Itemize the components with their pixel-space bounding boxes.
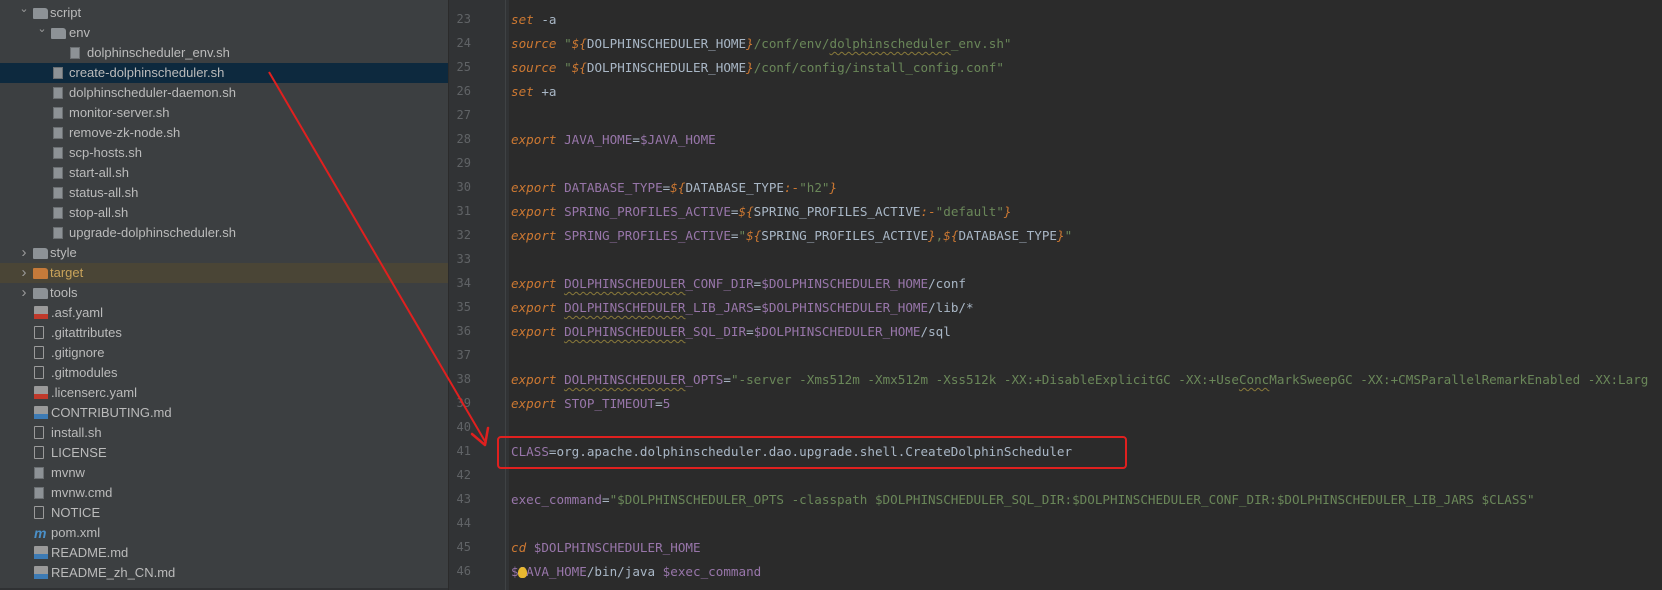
annotation-arrow <box>268 71 490 447</box>
arrow-shaft <box>268 71 487 444</box>
lightbulb-icon[interactable] <box>518 567 527 578</box>
arrow-head <box>470 426 490 447</box>
